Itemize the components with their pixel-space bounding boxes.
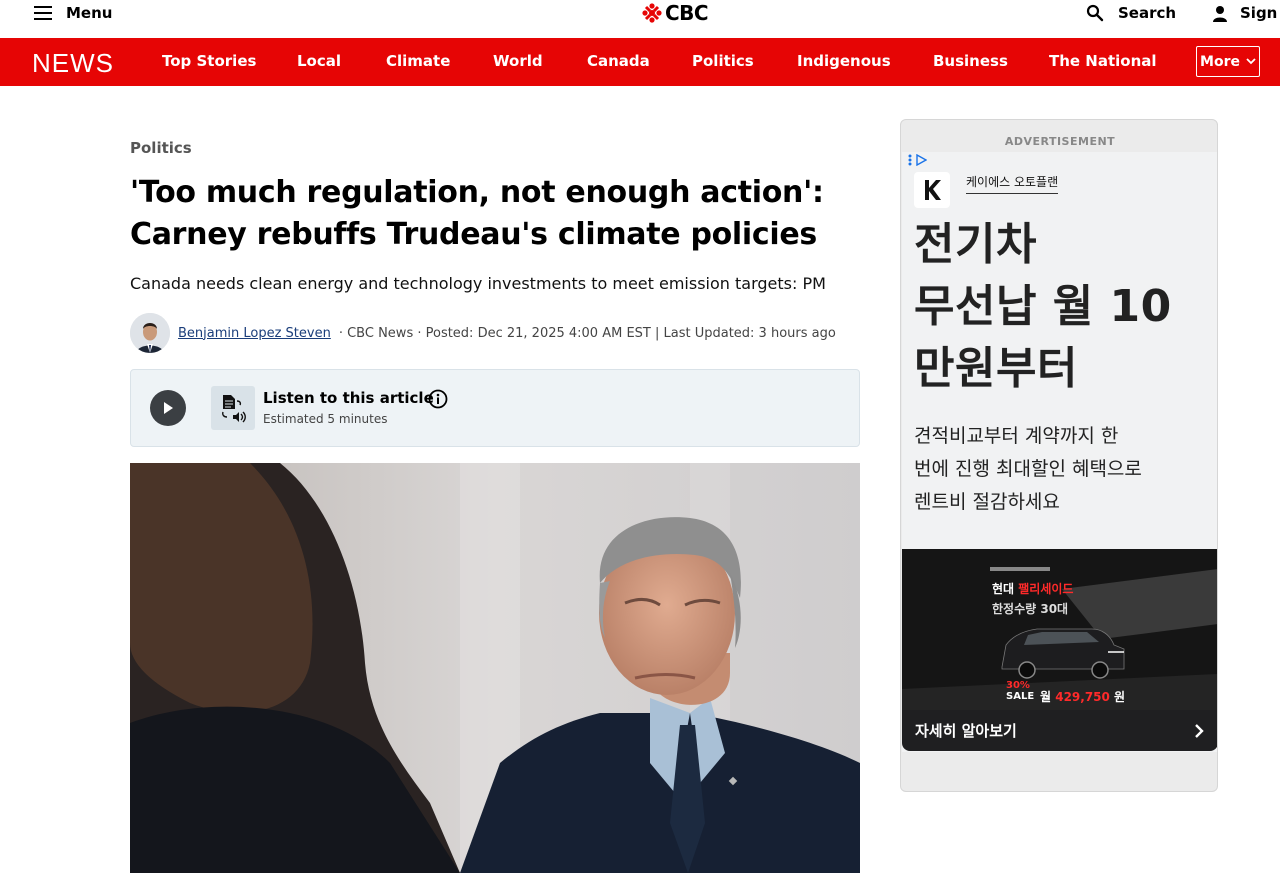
chevron-down-icon (1246, 58, 1256, 65)
price-prefix: 월 (1040, 690, 1056, 704)
ad-description-line: 번에 진행 최대할인 혜택으로 (914, 458, 1142, 480)
ad-image-subtitle: 한정수량 30대 (992, 602, 1069, 616)
sign-label: Sign (1240, 4, 1278, 22)
ad-headline: 전기차 무선납 월 10 만원부터 (914, 214, 1214, 400)
menu-label: Menu (66, 4, 113, 22)
more-button[interactable]: More (1196, 46, 1260, 77)
chevron-right-icon (1195, 723, 1204, 738)
section-label[interactable]: Politics (130, 139, 192, 157)
info-icon[interactable] (428, 389, 448, 409)
listen-duration: Estimated 5 minutes (263, 412, 388, 426)
sale-label: SALE (1006, 691, 1035, 702)
more-label: More (1200, 53, 1240, 70)
ad-description-line: 렌트비 절감하세요 (914, 491, 1060, 513)
search-label: Search (1118, 4, 1177, 22)
author-link[interactable]: Benjamin Lopez Steven (178, 326, 331, 341)
price-unit: 원 (1109, 690, 1126, 704)
ad-image-title-a: 현대 (992, 582, 1019, 596)
nav-item-climate[interactable]: Climate (386, 52, 450, 70)
user-icon (1213, 5, 1227, 22)
headline-line-2: Carney rebuffs Trudeau's climate policie… (130, 217, 817, 252)
article-deck: Canada needs clean energy and technology… (130, 274, 826, 293)
menu-button[interactable]: Menu (34, 3, 112, 23)
nav-item-the-national[interactable]: The National (1049, 52, 1157, 70)
listen-title: Listen to this article (263, 389, 434, 407)
ad-creative[interactable]: 케이에스 오토플랜 전기차 무선납 월 10 만원부터 견적비교부터 계약까지 … (902, 152, 1217, 752)
nav-item-indigenous[interactable]: Indigenous (797, 52, 891, 70)
logo-text: CBC (665, 1, 709, 25)
ad-choices[interactable] (908, 154, 927, 166)
ad-headline-line: 무선납 월 10 (914, 281, 1172, 332)
nav-item-canada[interactable]: Canada (587, 52, 650, 70)
ad-image[interactable]: 현대 팰리세이드 한정수량 30대 30% SALE 월 429,750 원 (902, 549, 1217, 710)
ad-image-title-b: 팰리세이드 (1018, 582, 1074, 596)
ad-cta-button[interactable]: 자세히 알아보기 (902, 710, 1217, 751)
author-avatar[interactable] (130, 313, 170, 353)
ad-image-title: 현대 팰리세이드 (992, 580, 1073, 597)
nav-item-politics[interactable]: Politics (692, 52, 754, 70)
nav-item-top-stories[interactable]: Top Stories (162, 52, 256, 70)
ad-label: ADVERTISEMENT (1004, 135, 1116, 148)
audio-article-icon (211, 386, 255, 430)
kebab-icon (908, 154, 912, 166)
section-nav: NEWS Top Stories Local Climate World Can… (0, 38, 1280, 86)
ad-description-line: 견적비교부터 계약까지 한 (914, 425, 1119, 447)
cbc-gem-icon (642, 3, 662, 23)
search-icon (1086, 4, 1104, 22)
hero-image[interactable] (130, 463, 860, 873)
byline: Benjamin Lopez Steven · CBC News · Poste… (130, 313, 836, 353)
play-icon (164, 402, 173, 414)
price-value: 429,750 (1055, 690, 1110, 704)
ad-image-discount: 30% SALE (1006, 680, 1034, 702)
ad-choices-icon (916, 154, 927, 166)
ad-cta-label: 자세히 알아보기 (915, 722, 1017, 740)
byline-meta: · CBC News · Posted: Dec 21, 2025 4:00 A… (338, 325, 836, 341)
cbc-logo[interactable]: CBC (642, 1, 709, 25)
sign-in-button[interactable]: Sign (1212, 2, 1277, 24)
ad-headline-line: 만원부터 (914, 343, 1078, 394)
advertisement: ADVERTISEMENT 케이에스 오토플랜 전기차 무선납 월 10 만원부… (900, 119, 1218, 792)
nav-item-world[interactable]: World (493, 52, 543, 70)
ad-headline-line: 전기차 (914, 219, 1037, 270)
nav-item-business[interactable]: Business (933, 52, 1008, 70)
news-logo[interactable]: NEWS (32, 48, 114, 79)
ad-image-price: 월 429,750 원 (1040, 688, 1125, 705)
search-button[interactable]: Search (1086, 2, 1176, 24)
listen-to-article-panel: Listen to this article Estimated 5 minut… (130, 369, 860, 447)
advertiser-name[interactable]: 케이에스 오토플랜 (966, 173, 1059, 194)
top-bar: Menu CBC Search Sign (0, 0, 1280, 38)
ad-description: 견적비교부터 계약까지 한 번에 진행 최대할인 혜택으로 렌트비 절감하세요 (914, 420, 1204, 519)
headline-line-1: 'Too much regulation, not enough action'… (130, 175, 824, 210)
play-button[interactable] (150, 390, 186, 426)
nav-item-local[interactable]: Local (297, 52, 341, 70)
article-headline: 'Too much regulation, not enough action'… (130, 172, 850, 256)
discount-percent: 30% (1006, 680, 1030, 691)
hamburger-icon (34, 6, 52, 20)
advertiser-logo[interactable] (914, 172, 950, 208)
